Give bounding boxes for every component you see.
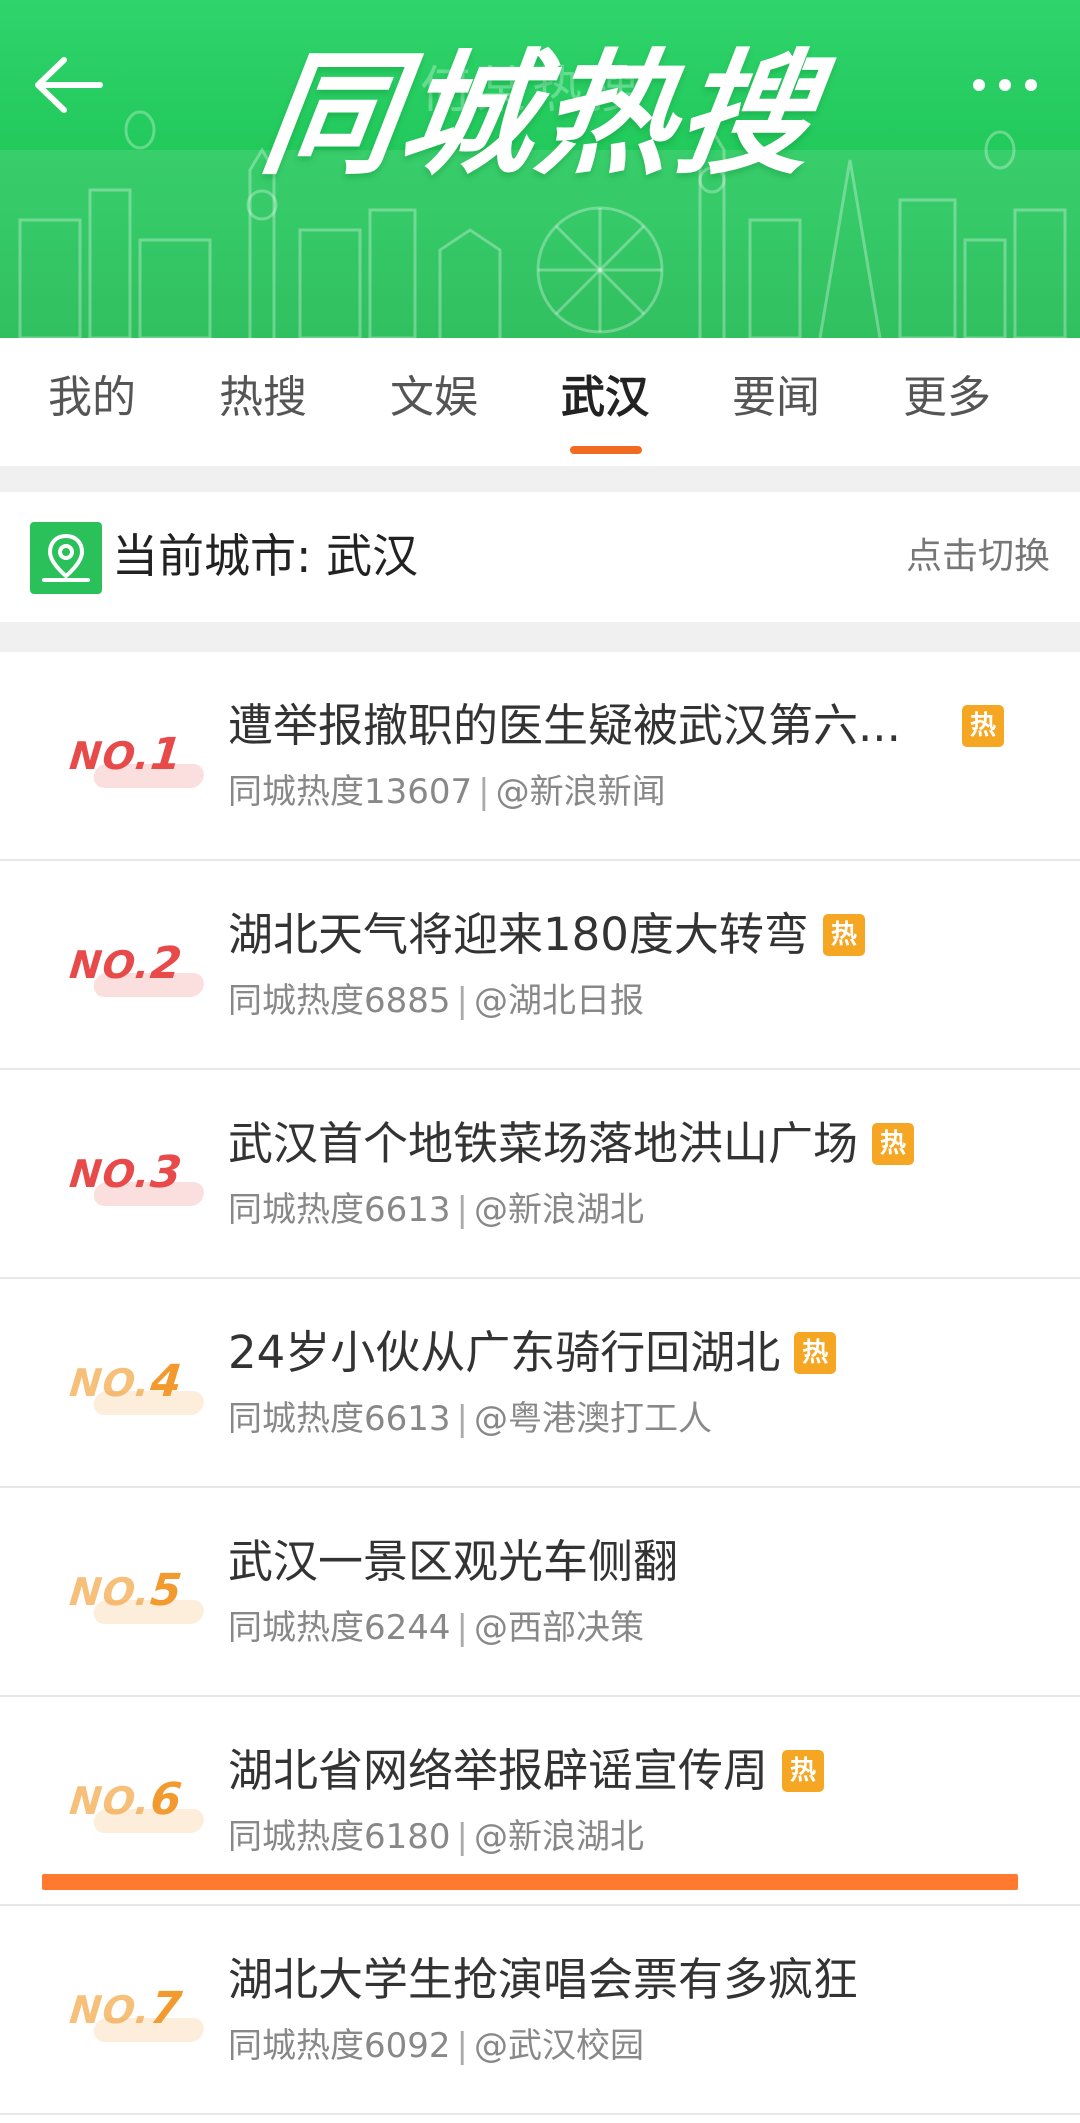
list-item[interactable]: NO.1 遭举报撤职的医生疑被武汉第六... 热 同城热度13607 | @新浪新闻 bbox=[0, 652, 1080, 861]
hot-search-list: NO.1 遭举报撤职的医生疑被武汉第六... 热 同城热度13607 | @新浪新闻… bbox=[0, 652, 1080, 2115]
header-banner: 何某热搜 同城热搜 bbox=[0, 0, 1080, 338]
list-item[interactable]: NO.4 24岁小伙从广东骑行回湖北 热 同城热度6613 | @粤港澳打工人 bbox=[0, 1279, 1080, 1488]
more-button[interactable] bbox=[965, 60, 1045, 110]
back-button[interactable] bbox=[30, 50, 110, 120]
item-title-wrap: 遭举报撤职的医生疑被武汉第六... 热 bbox=[228, 694, 1004, 758]
item-title: 武汉一景区观光车侧翻 bbox=[228, 1535, 679, 1588]
item-title: 湖北大学生抢演唱会票有多疯狂 bbox=[228, 1953, 859, 2006]
tab-news[interactable]: 要闻 bbox=[701, 368, 851, 428]
item-meta: 同城热度6613 | @粤港澳打工人 bbox=[228, 1399, 712, 1439]
rank-label: NO.1 bbox=[67, 722, 206, 788]
item-title-wrap: 24岁小伙从广东骑行回湖北 热 bbox=[228, 1321, 837, 1385]
more-dots-icon bbox=[973, 79, 1037, 91]
source: @新浪湖北 bbox=[474, 1817, 644, 1857]
item-title-wrap: 武汉首个地铁菜场落地洪山广场 热 bbox=[228, 1112, 915, 1176]
active-tab-indicator bbox=[570, 446, 642, 454]
source: @新浪新闻 bbox=[495, 772, 666, 812]
source: @粤港澳打工人 bbox=[474, 1399, 712, 1439]
tab-mine[interactable]: 我的 bbox=[17, 368, 167, 428]
source: @湖北日报 bbox=[474, 981, 644, 1021]
tab-hot-search[interactable]: 热搜 bbox=[188, 368, 338, 428]
heat-value: 同城热度6092 bbox=[228, 2026, 451, 2066]
divider bbox=[0, 466, 1080, 492]
rank-label: NO.6 bbox=[67, 1767, 206, 1833]
heat-value: 同城热度6885 bbox=[228, 981, 451, 1021]
heat-value: 同城热度6244 bbox=[228, 1608, 451, 1648]
list-item[interactable]: NO.5 武汉一景区观光车侧翻 同城热度6244 | @西部决策 bbox=[0, 1488, 1080, 1697]
source: @西部决策 bbox=[474, 1608, 644, 1648]
item-meta: 同城热度6613 | @新浪湖北 bbox=[228, 1190, 644, 1230]
tab-more[interactable]: 更多 bbox=[872, 368, 1022, 428]
tab-entertainment[interactable]: 文娱 bbox=[359, 368, 509, 428]
item-title: 24岁小伙从广东骑行回湖北 bbox=[228, 1326, 781, 1379]
heat-value: 同城热度6613 bbox=[228, 1399, 451, 1439]
item-meta: 同城热度6885 | @湖北日报 bbox=[228, 981, 644, 1021]
item-title: 湖北天气将迎来180度大转弯 bbox=[228, 908, 809, 961]
list-item[interactable]: NO.2 湖北天气将迎来180度大转弯 热 同城热度6885 | @湖北日报 bbox=[0, 861, 1080, 1070]
item-title-wrap: 湖北天气将迎来180度大转弯 热 bbox=[228, 903, 865, 967]
item-title-wrap: 武汉一景区观光车侧翻 bbox=[228, 1530, 678, 1594]
source: @武汉校园 bbox=[474, 2026, 644, 2066]
heat-value: 同城热度6613 bbox=[228, 1190, 451, 1230]
heat-value: 同城热度13607 bbox=[228, 772, 473, 812]
page-title: 同城热搜 bbox=[253, 37, 827, 193]
current-city-row: 当前城市: 武汉 点击切换 bbox=[0, 492, 1080, 622]
rank-label: NO.7 bbox=[67, 1976, 206, 2042]
item-title: 武汉首个地铁菜场落地洪山广场 bbox=[228, 1117, 859, 1170]
highlight-underline bbox=[42, 1874, 1018, 1890]
current-city-label: 当前城市: 武汉 bbox=[112, 529, 419, 583]
item-meta: 同城热度6092 | @武汉校园 bbox=[228, 2026, 644, 2066]
switch-city-button[interactable]: 点击切换 bbox=[906, 532, 1050, 582]
heat-value: 同城热度6180 bbox=[228, 1817, 451, 1857]
item-meta: 同城热度13607 | @新浪新闻 bbox=[228, 772, 666, 812]
hot-badge: 热 bbox=[794, 1332, 837, 1374]
rank-label: NO.2 bbox=[67, 931, 206, 997]
list-item[interactable]: NO.3 武汉首个地铁菜场落地洪山广场 热 同城热度6613 | @新浪湖北 bbox=[0, 1070, 1080, 1279]
hot-badge: 热 bbox=[962, 705, 1004, 747]
list-item[interactable]: NO.7 湖北大学生抢演唱会票有多疯狂 同城热度6092 | @武汉校园 bbox=[0, 1906, 1080, 2115]
rank-label: NO.4 bbox=[67, 1349, 206, 1415]
item-meta: 同城热度6244 | @西部决策 bbox=[228, 1608, 644, 1648]
source: @新浪湖北 bbox=[474, 1190, 644, 1230]
location-pin-icon bbox=[30, 522, 102, 594]
arrow-left-icon bbox=[35, 57, 103, 113]
rank-label: NO.3 bbox=[67, 1140, 206, 1206]
hot-badge: 热 bbox=[822, 914, 865, 956]
item-title-wrap: 湖北省网络举报辟谣宣传周 热 bbox=[228, 1739, 825, 1803]
category-tabs: 我的 热搜 文娱 武汉 要闻 更多 bbox=[0, 338, 1080, 466]
hot-badge: 热 bbox=[872, 1123, 915, 1165]
item-title: 遭举报撤职的医生疑被武汉第六... bbox=[228, 699, 901, 752]
item-title-wrap: 湖北大学生抢演唱会票有多疯狂 bbox=[228, 1948, 858, 2012]
rank-label: NO.5 bbox=[67, 1558, 206, 1624]
item-title: 湖北省网络举报辟谣宣传周 bbox=[228, 1744, 769, 1797]
hot-badge: 热 bbox=[782, 1750, 825, 1792]
item-meta: 同城热度6180 | @新浪湖北 bbox=[228, 1817, 644, 1857]
divider bbox=[0, 622, 1080, 652]
tab-wuhan[interactable]: 武汉 bbox=[530, 368, 680, 428]
